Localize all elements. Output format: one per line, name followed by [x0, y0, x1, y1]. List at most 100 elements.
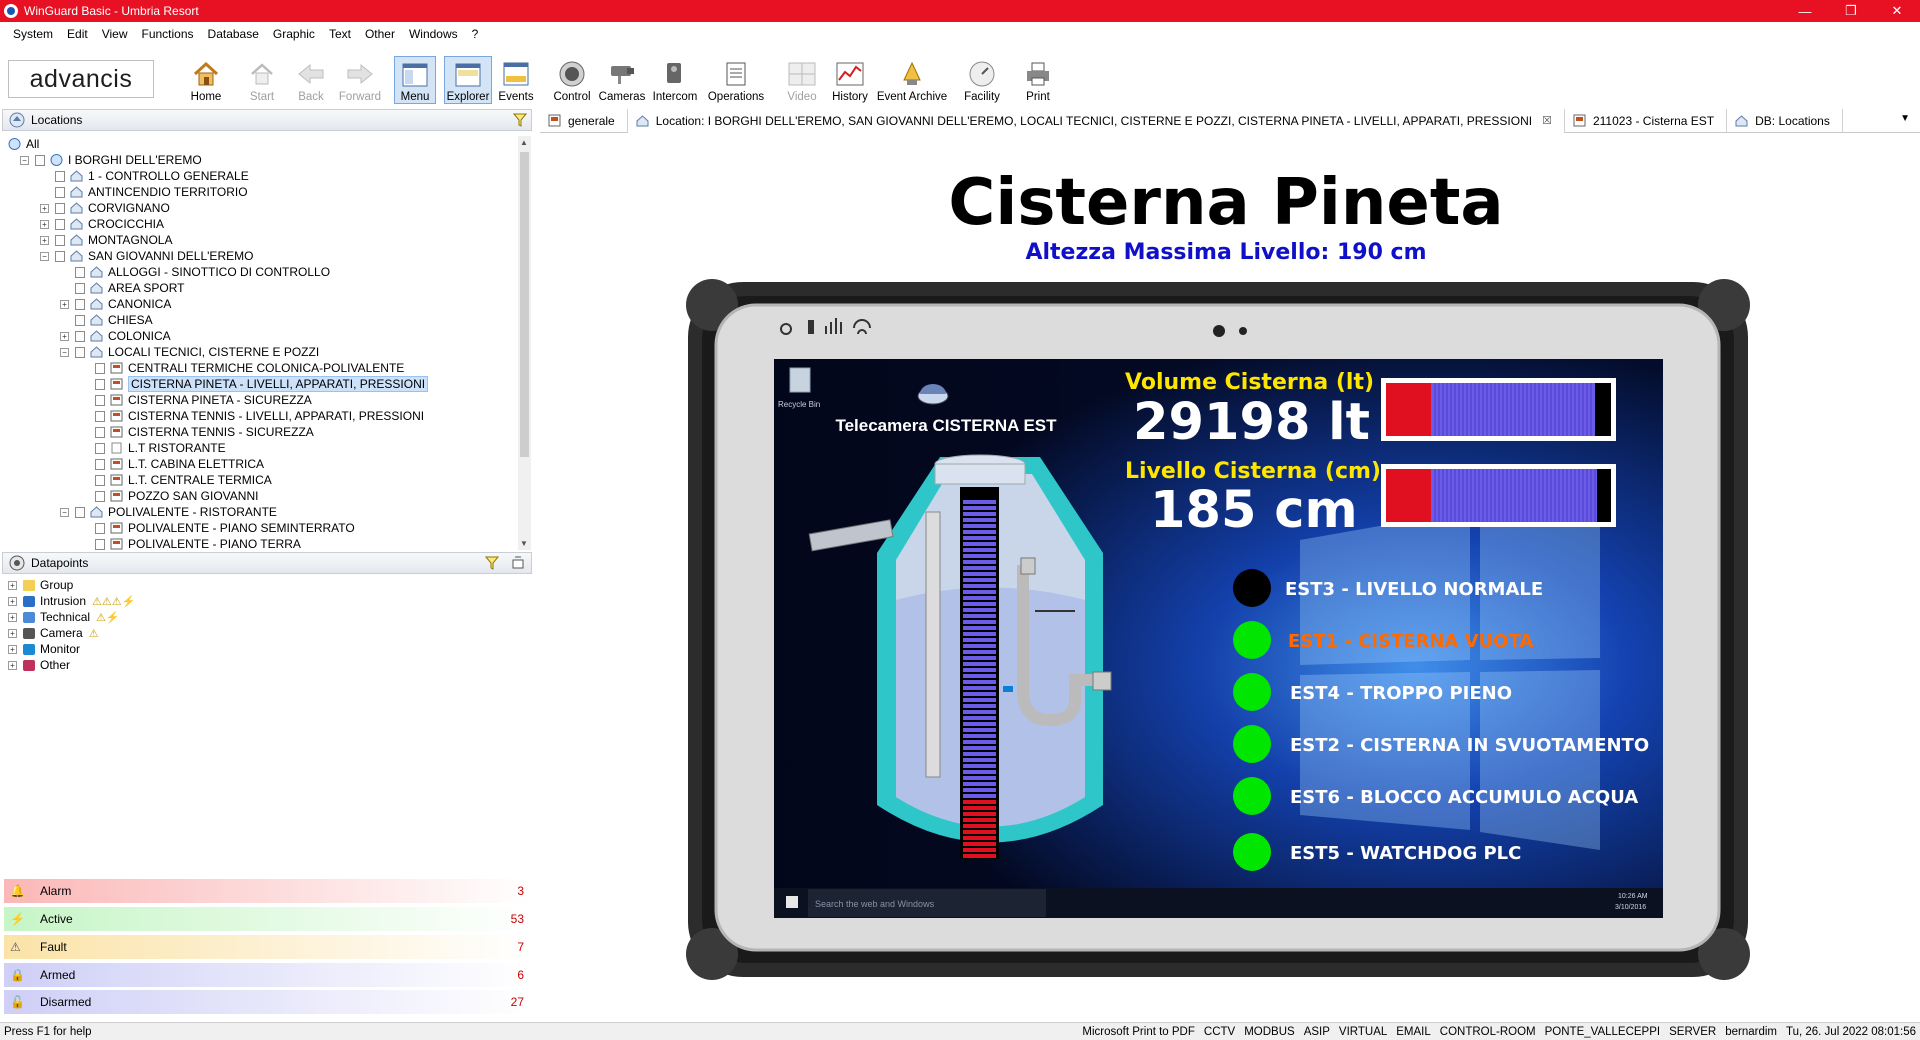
events-toggle-button[interactable]: Events: [498, 56, 534, 104]
menu-other[interactable]: Other: [358, 25, 402, 43]
locations-filter-icon[interactable]: [513, 113, 527, 127]
tree-expander-icon[interactable]: −: [60, 347, 69, 357]
tree-expander-icon[interactable]: +: [8, 644, 17, 654]
tree-expander-icon[interactable]: −: [60, 507, 69, 517]
location-tree-item[interactable]: + CORVIGNANO: [40, 200, 170, 216]
close-icon[interactable]: ✕: [1874, 0, 1920, 22]
datapoints-filter-icon[interactable]: [485, 556, 499, 570]
location-tree-item[interactable]: ANTINCENDIO TERRITORIO: [40, 184, 248, 200]
scroll-up-icon[interactable]: ▲: [520, 138, 528, 147]
indicator-lamp-icon[interactable]: [1233, 777, 1271, 815]
tab-close-icon[interactable]: ☒: [1542, 114, 1552, 127]
tree-expander-icon[interactable]: −: [20, 155, 29, 165]
indicator-lamp-icon[interactable]: [1233, 569, 1271, 607]
datapoint-tree-item[interactable]: + Intrusion ⚠⚠⚠⚡: [8, 593, 135, 609]
cameras-button[interactable]: Cameras: [599, 56, 645, 104]
location-tree-item[interactable]: AREA SPORT: [60, 280, 184, 296]
status-row-fault[interactable]: ⚠ Fault 7: [4, 935, 530, 959]
app-icon[interactable]: [4, 4, 18, 18]
minimize-icon[interactable]: —: [1782, 0, 1828, 22]
tree-expander-icon[interactable]: +: [60, 331, 69, 341]
tree-checkbox-icon[interactable]: [75, 346, 85, 358]
tree-checkbox-icon[interactable]: [95, 522, 105, 534]
status-row-active[interactable]: ⚡ Active 53: [4, 907, 530, 931]
location-tree-item[interactable]: ALLOGGI - SINOTTICO DI CONTROLLO: [60, 264, 330, 280]
tree-expander-icon[interactable]: +: [40, 203, 49, 213]
location-tree-item[interactable]: POLIVALENTE - PIANO TERRA: [80, 536, 301, 552]
history-button[interactable]: History: [828, 56, 872, 104]
status-control-room[interactable]: CONTROL-ROOM: [1440, 1026, 1536, 1038]
menu-toggle-button[interactable]: Menu: [394, 56, 436, 104]
indicator-lamp-icon[interactable]: [1233, 673, 1271, 711]
status-server[interactable]: SERVER: [1669, 1026, 1716, 1038]
tree-checkbox-icon[interactable]: [55, 202, 65, 214]
location-tree-item[interactable]: + MONTAGNOLA: [40, 232, 172, 248]
tree-checkbox-icon[interactable]: [35, 154, 45, 166]
start-button[interactable]: Start: [244, 56, 280, 104]
datapoints-sort-icon[interactable]: [511, 556, 525, 570]
tree-expander-icon[interactable]: −: [40, 251, 49, 261]
restore-icon[interactable]: ❐: [1828, 0, 1874, 22]
tree-expander-icon[interactable]: +: [40, 235, 49, 245]
location-tree-item[interactable]: + CROCICCHIA: [40, 216, 164, 232]
camera-label[interactable]: Telecamera CISTERNA EST: [835, 416, 1057, 435]
location-tree-item[interactable]: L.T. CENTRALE TERMICA: [80, 472, 272, 488]
menu-functions[interactable]: Functions: [135, 25, 201, 43]
tab-list-dropdown-icon[interactable]: ▼: [1900, 113, 1910, 124]
status-modbus[interactable]: MODBUS: [1244, 1026, 1294, 1038]
tree-expander-icon[interactable]: +: [8, 580, 17, 590]
tree-expander-icon[interactable]: +: [8, 612, 17, 622]
tree-checkbox-icon[interactable]: [95, 442, 105, 454]
tree-checkbox-icon[interactable]: [95, 410, 105, 422]
menu-help[interactable]: ?: [465, 25, 486, 43]
tree-checkbox-icon[interactable]: [55, 218, 65, 230]
forward-button[interactable]: Forward: [336, 56, 384, 104]
location-tree-item[interactable]: CISTERNA TENNIS - LIVELLI, APPARATI, PRE…: [80, 408, 424, 424]
location-tree-item[interactable]: − LOCALI TECNICI, CISTERNE E POZZI: [60, 344, 319, 360]
location-tree-item[interactable]: CHIESA: [60, 312, 153, 328]
menu-edit[interactable]: Edit: [60, 25, 95, 43]
menu-windows[interactable]: Windows: [402, 25, 465, 43]
location-tree-item[interactable]: − POLIVALENTE - RISTORANTE: [60, 504, 277, 520]
location-tree-item-selected[interactable]: CISTERNA PINETA - LIVELLI, APPARATI, PRE…: [80, 376, 429, 392]
location-tree-item[interactable]: − SAN GIOVANNI DELL'EREMO: [40, 248, 253, 264]
tree-checkbox-icon[interactable]: [75, 266, 85, 278]
datapoint-tree-item[interactable]: + Monitor: [8, 641, 80, 657]
datapoint-tree-item[interactable]: + Other: [8, 657, 70, 673]
datapoint-tree-item[interactable]: + Technical ⚠⚡: [8, 609, 120, 625]
location-tree-item[interactable]: CENTRALI TERMICHE COLONICA-POLIVALENTE: [80, 360, 404, 376]
tree-checkbox-icon[interactable]: [95, 474, 105, 486]
indicator-lamp-icon[interactable]: [1233, 725, 1271, 763]
location-tree-item[interactable]: + CANONICA: [60, 296, 171, 312]
menu-graphic[interactable]: Graphic: [266, 25, 322, 43]
location-tree-item[interactable]: 1 - CONTROLLO GENERALE: [40, 168, 249, 184]
status-email[interactable]: EMAIL: [1396, 1026, 1431, 1038]
location-tree-item[interactable]: L.T. CABINA ELETTRICA: [80, 456, 264, 472]
location-tree-item[interactable]: L.T RISTORANTE: [80, 440, 226, 456]
tree-checkbox-icon[interactable]: [55, 250, 65, 262]
scroll-down-icon[interactable]: ▼: [520, 539, 528, 548]
location-tree-item[interactable]: − I BORGHI DELL'EREMO: [20, 152, 202, 168]
event-archive-button[interactable]: Event Archive: [875, 56, 949, 104]
tree-checkbox-icon[interactable]: [75, 298, 85, 310]
explorer-toggle-button[interactable]: Explorer: [444, 56, 492, 104]
tree-checkbox-icon[interactable]: [95, 458, 105, 470]
home-button[interactable]: Home: [186, 56, 226, 104]
menu-database[interactable]: Database: [201, 25, 266, 43]
tree-checkbox-icon[interactable]: [55, 186, 65, 198]
status-virtual[interactable]: VIRTUAL: [1339, 1026, 1387, 1038]
status-cctv[interactable]: CCTV: [1204, 1026, 1235, 1038]
locations-scrollbar[interactable]: ▲ ▼: [518, 136, 531, 550]
operations-button[interactable]: Operations: [705, 56, 767, 104]
status-row-alarm[interactable]: 🔔 Alarm 3: [4, 879, 530, 903]
tree-checkbox-icon[interactable]: [55, 170, 65, 182]
status-ponte-valleceppi[interactable]: PONTE_VALLECEPPI: [1545, 1026, 1660, 1038]
location-tree-item[interactable]: All: [8, 136, 39, 152]
menu-system[interactable]: System: [6, 25, 60, 43]
scrollbar-thumb[interactable]: [520, 152, 529, 457]
tree-expander-icon[interactable]: +: [60, 299, 69, 309]
tree-checkbox-icon[interactable]: [55, 234, 65, 246]
intercom-button[interactable]: Intercom: [650, 56, 700, 104]
tree-checkbox-icon[interactable]: [95, 362, 105, 374]
indicator-lamp-icon[interactable]: [1233, 621, 1271, 659]
